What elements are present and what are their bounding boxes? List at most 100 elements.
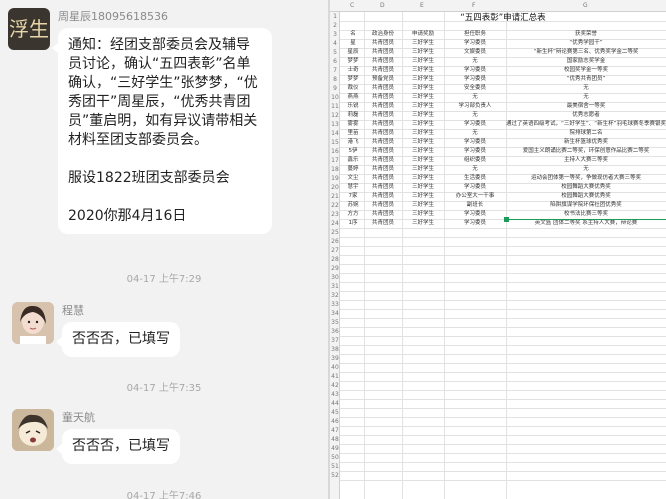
row-number[interactable]: 52	[330, 471, 340, 480]
table-cell[interactable]: 共青团员	[364, 156, 402, 165]
table-cell[interactable]: 名	[342, 30, 364, 39]
row-number[interactable]: 37	[330, 336, 340, 345]
table-cell[interactable]: 三好学生	[402, 201, 444, 210]
table-cell[interactable]: 无	[506, 93, 666, 102]
table-cell[interactable]: 无	[444, 111, 506, 120]
row-number[interactable]: 40	[330, 363, 340, 372]
table-cell[interactable]: 三好学生	[402, 111, 444, 120]
table-cell[interactable]: 新生杯篮球优秀奖	[506, 138, 666, 147]
table-cell[interactable]: 共青团员	[364, 138, 402, 147]
table-cell[interactable]: 学习委员	[444, 75, 506, 84]
table-cell[interactable]: 预备党员	[364, 75, 402, 84]
table-cell[interactable]: 无	[506, 165, 666, 174]
row-number[interactable]: 39	[330, 354, 340, 363]
row-number[interactable]: 14	[330, 129, 340, 138]
table-cell[interactable]: 共青团员	[364, 174, 402, 183]
row-number[interactable]: 10	[330, 93, 340, 102]
row-number[interactable]: 49	[330, 444, 340, 453]
table-cell[interactable]: 里苗	[342, 129, 364, 138]
table-cell[interactable]: 共青团员	[364, 120, 402, 129]
table-cell[interactable]: 共青团员	[364, 219, 402, 228]
table-cell[interactable]: 慧宇	[342, 183, 364, 192]
table-cell[interactable]: 共青团员	[364, 39, 402, 48]
row-number[interactable]: 6	[330, 57, 340, 66]
table-cell[interactable]: 主持人大赛三等奖	[506, 156, 666, 165]
row-number[interactable]: 45	[330, 408, 340, 417]
table-cell[interactable]: 院排球第二名	[506, 129, 666, 138]
row-number[interactable]: 35	[330, 318, 340, 327]
row-number[interactable]: 41	[330, 372, 340, 381]
row-number[interactable]: 12	[330, 111, 340, 120]
spreadsheet-image[interactable]: CDEFG 1 2 3 名政治身份 申请奖励 担任职务 获奖荣誉 4 星共青团员 三好学生 学习委员…	[330, 0, 666, 499]
column-letter[interactable]: G	[583, 2, 588, 9]
row-number[interactable]: 27	[330, 246, 340, 255]
row-number[interactable]: 28	[330, 255, 340, 264]
table-cell[interactable]: 共青团员	[364, 165, 402, 174]
row-number[interactable]: 34	[330, 309, 340, 318]
table-cell[interactable]: 校园舞蹈大赛优秀奖	[506, 183, 666, 192]
table-cell[interactable]: “优秀共青团员”	[506, 75, 666, 84]
table-cell[interactable]: 获奖荣誉	[506, 30, 666, 39]
row-number[interactable]: 22	[330, 201, 340, 210]
row-number[interactable]: 11	[330, 102, 340, 111]
table-cell[interactable]: 办公室大一干事	[444, 192, 506, 201]
table-cell[interactable]: 学习委员	[444, 210, 506, 219]
table-cell[interactable]: 共青团员	[364, 210, 402, 219]
row-number[interactable]: 32	[330, 291, 340, 300]
table-cell[interactable]: 申请奖励	[402, 30, 444, 39]
table-cell[interactable]: 乐锐	[342, 102, 364, 111]
table-cell[interactable]: 文娱委员	[444, 48, 506, 57]
table-cell[interactable]: 共青团员	[364, 111, 402, 120]
table-cell[interactable]: 组织委员	[444, 156, 506, 165]
column-letter[interactable]: C	[350, 2, 354, 9]
avatar[interactable]	[12, 302, 54, 344]
table-cell[interactable]: 梦梦	[342, 75, 364, 84]
table-cell[interactable]: 陷阱旗谋学院环保社团优秀奖	[506, 201, 666, 210]
table-cell[interactable]: 爱国主义朗诵比赛二等奖，环保创意作品比赛二等奖	[506, 147, 666, 156]
table-cell[interactable]: 学习委员	[444, 138, 506, 147]
row-number[interactable]: 16	[330, 147, 340, 156]
row-number[interactable]: 42	[330, 381, 340, 390]
table-cell[interactable]: 三好学生	[402, 84, 444, 93]
row-number[interactable]: 43	[330, 390, 340, 399]
row-number[interactable]: 29	[330, 264, 340, 273]
table-cell[interactable]: 学习委员	[444, 39, 506, 48]
table-cell[interactable]: 无	[444, 57, 506, 66]
table-cell[interactable]: 生活委员	[444, 174, 506, 183]
avatar[interactable]: 浮生	[8, 8, 50, 50]
row-number[interactable]: 5	[330, 48, 340, 57]
table-cell[interactable]: 星辰	[342, 48, 364, 57]
table-cell[interactable]: 无	[506, 84, 666, 93]
table-cell[interactable]: 学习委员	[444, 147, 506, 156]
table-cell[interactable]: 校书法比赛三等奖	[506, 210, 666, 219]
row-number[interactable]: 2	[330, 21, 340, 30]
table-cell[interactable]: 三好学生	[402, 156, 444, 165]
table-cell[interactable]: 士奇	[342, 66, 364, 75]
table-cell[interactable]: 校园舞蹈大赛优秀奖	[506, 192, 666, 201]
table-cell[interactable]: 最美宿舍一等奖	[506, 102, 666, 111]
table-cell[interactable]: 无	[444, 165, 506, 174]
table-cell[interactable]: 学习委员	[444, 66, 506, 75]
table-cell[interactable]: 三好学生	[402, 48, 444, 57]
table-cell[interactable]: 共青团员	[364, 84, 402, 93]
table-cell[interactable]: 共青团员	[364, 129, 402, 138]
table-cell[interactable]: 星	[342, 39, 364, 48]
table-cell[interactable]: “新生杯”辩论赛第三名、优秀奖学金二等奖	[506, 48, 666, 57]
row-number[interactable]: 15	[330, 138, 340, 147]
table-cell[interactable]: 三好学生	[402, 57, 444, 66]
table-cell[interactable]: 学习部负责人	[444, 102, 506, 111]
row-number[interactable]: 13	[330, 120, 340, 129]
row-number[interactable]: 20	[330, 183, 340, 192]
row-number[interactable]: 31	[330, 282, 340, 291]
table-cell[interactable]: 三好学生	[402, 129, 444, 138]
table-cell[interactable]: 1序	[342, 219, 364, 228]
table-cell[interactable]: 共青团员	[364, 147, 402, 156]
row-number[interactable]: 25	[330, 228, 340, 237]
table-cell[interactable]: 三好学生	[402, 192, 444, 201]
selection-handle[interactable]	[504, 217, 509, 222]
row-number[interactable]: 1	[330, 12, 340, 21]
row-number[interactable]: 23	[330, 210, 340, 219]
table-cell[interactable]: 共青团员	[364, 192, 402, 201]
message-bubble[interactable]: 否否否，已填写	[56, 322, 180, 357]
table-cell[interactable]: 文尘	[342, 174, 364, 183]
